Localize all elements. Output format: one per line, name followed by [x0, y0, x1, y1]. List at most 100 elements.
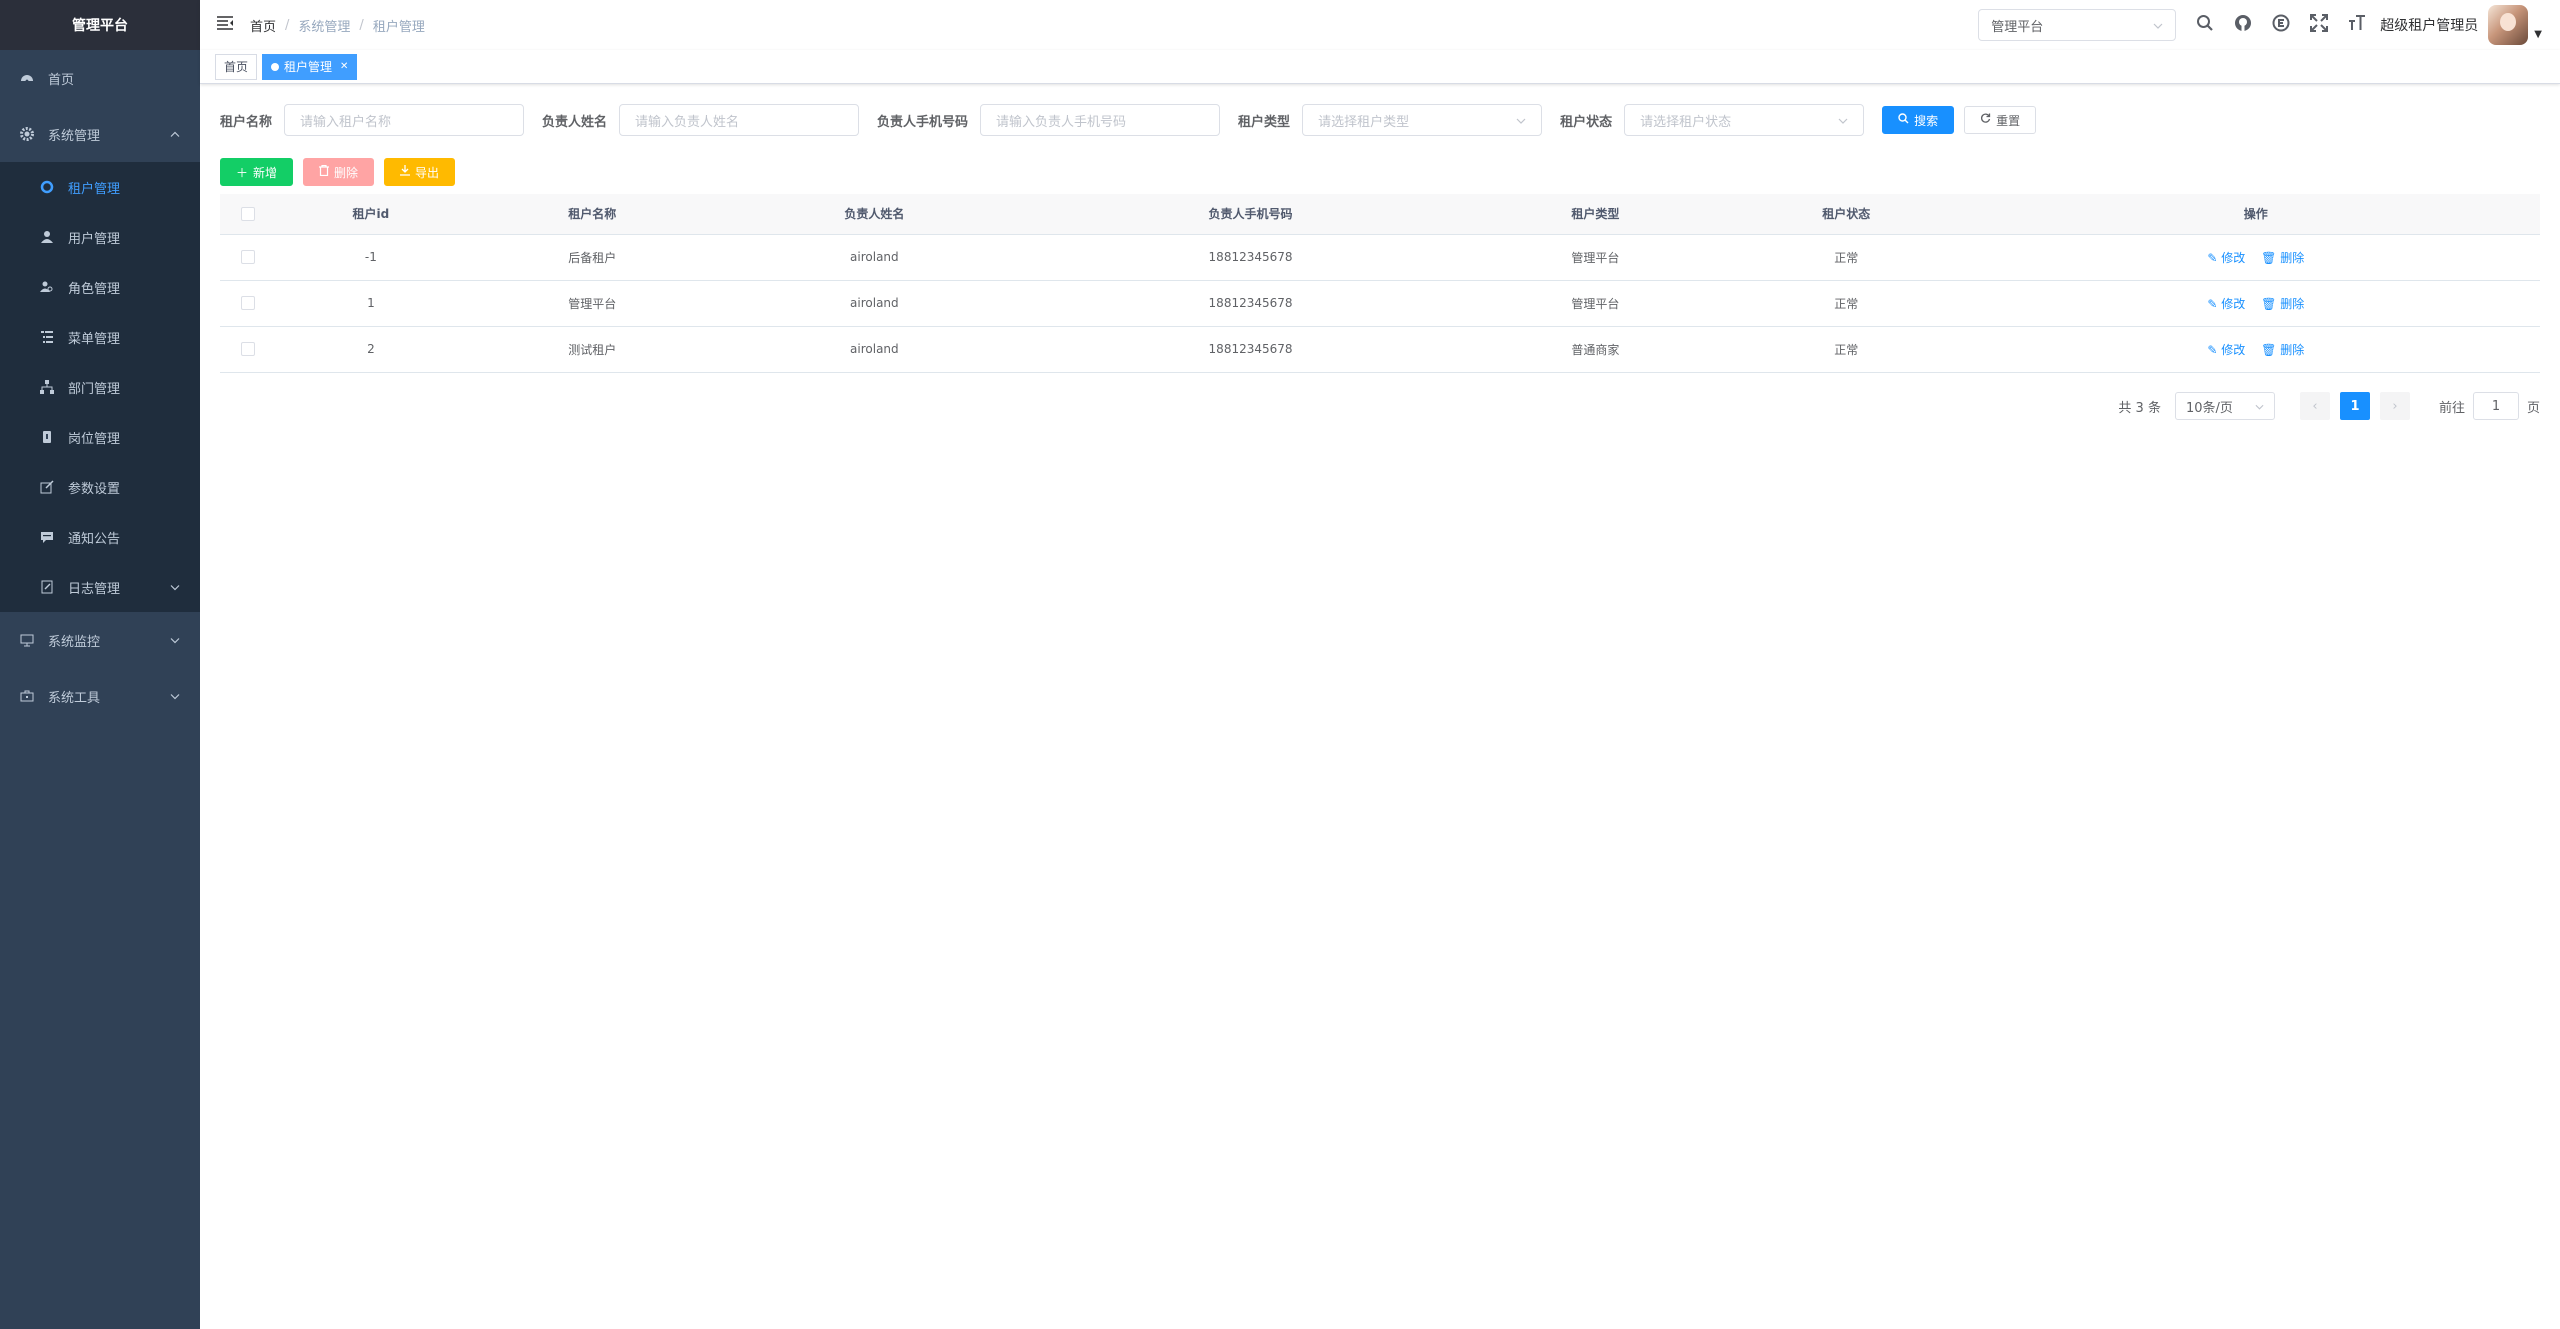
- cell-phone: 18812345678: [1031, 280, 1470, 327]
- page-size-select[interactable]: 10条/页: [2174, 392, 2275, 420]
- select-all-cell: [220, 194, 275, 235]
- hamburger-button[interactable]: [200, 0, 250, 50]
- tenant-name-input[interactable]: 请输入租户名称: [284, 104, 525, 136]
- chevron-right-icon: ›: [2392, 398, 2398, 414]
- breadcrumb-separator: /: [285, 17, 290, 33]
- edit-icon: ✎: [2207, 342, 2222, 357]
- sidebar-item-post[interactable]: 岗位管理: [0, 412, 200, 462]
- sidebar-item-monitor[interactable]: 系统监控: [0, 612, 200, 668]
- reset-button[interactable]: 重置: [1964, 106, 2037, 134]
- pagination: 共 3 条 10条/页 ‹ 1 › 前往 1 页: [2118, 392, 2540, 420]
- tenant-status-select[interactable]: 请选择租户状态: [1624, 104, 1865, 136]
- cell-type: 管理平台: [1469, 280, 1721, 327]
- sidebar-item-tenant[interactable]: 租户管理: [0, 162, 200, 212]
- sidebar-item-label: 系统监控: [48, 634, 101, 650]
- app-logo-title[interactable]: 管理平台: [0, 0, 200, 50]
- close-icon[interactable]: ✕: [340, 61, 348, 72]
- contact-phone-input[interactable]: 请输入负责人手机号码: [980, 104, 1221, 136]
- hamburger-icon: [217, 16, 233, 34]
- reset-button-label: 重置: [1996, 113, 2021, 128]
- tenant-select[interactable]: 管理平台: [1978, 9, 2177, 41]
- search-button[interactable]: [2186, 0, 2224, 50]
- edit-link[interactable]: ✎ 修改: [2207, 297, 2245, 311]
- navbar-right: 管理平台 超级租户管理员 ▼: [1978, 0, 2560, 50]
- edit-link[interactable]: ✎ 修改: [2207, 343, 2245, 357]
- tenant-name-placeholder: 请输入租户名称: [300, 114, 392, 130]
- chevron-down-icon: [1838, 113, 1848, 128]
- delete-button[interactable]: 删除: [303, 158, 375, 186]
- cell-name: 管理平台: [466, 280, 718, 327]
- sidebar-item-log[interactable]: 日志管理: [0, 562, 200, 612]
- fullscreen-icon: [2310, 14, 2329, 36]
- tenant-icon: [40, 180, 54, 194]
- username[interactable]: 超级租户管理员: [2380, 15, 2478, 35]
- column-header: 操作: [1971, 194, 2540, 235]
- pagination-total: 共 3 条: [2118, 400, 2161, 416]
- tag-tenant[interactable]: 租户管理 ✕: [262, 53, 358, 80]
- font-size-button[interactable]: [2338, 0, 2376, 50]
- sidebar-item-label: 首页: [48, 72, 75, 88]
- cell-id: 2: [275, 326, 467, 373]
- delete-link[interactable]: 🗑 删除: [2261, 297, 2304, 311]
- export-button[interactable]: 导出: [384, 158, 456, 186]
- next-page-button[interactable]: ›: [2379, 392, 2410, 420]
- breadcrumb-home[interactable]: 首页: [250, 16, 276, 35]
- sidebar-item-dept[interactable]: 部门管理: [0, 362, 200, 412]
- prev-page-button[interactable]: ‹: [2299, 392, 2330, 420]
- navbar: 首页 / 系统管理 / 租户管理 管理平台 超级租户管理员 ▼: [200, 0, 2560, 50]
- chevron-left-icon: ‹: [2312, 398, 2318, 414]
- select-all-checkbox[interactable]: [240, 207, 255, 221]
- contact-name-input[interactable]: 请输入负责人姓名: [619, 104, 860, 136]
- add-button[interactable]: ＋ 新增: [220, 158, 294, 186]
- trash-icon: 🗑: [2261, 296, 2281, 311]
- chevron-down-icon: [170, 689, 180, 704]
- avatar[interactable]: [2488, 5, 2529, 45]
- sidebar-item-tools[interactable]: 系统工具: [0, 668, 200, 724]
- sidebar-item-notice[interactable]: 通知公告: [0, 512, 200, 562]
- caret-down-icon[interactable]: ▼: [2534, 29, 2542, 40]
- sidebar-item-label: 系统工具: [48, 690, 101, 706]
- tag-home[interactable]: 首页: [215, 53, 258, 80]
- tenant-type-select[interactable]: 请选择租户类型: [1302, 104, 1543, 136]
- goto-page-input[interactable]: 1: [2472, 392, 2519, 420]
- sidebar-item-label: 菜单管理: [68, 331, 121, 347]
- edit-link[interactable]: ✎ 修改: [2207, 251, 2245, 265]
- export-button-label: 导出: [415, 165, 440, 180]
- search-button[interactable]: 搜索: [1882, 106, 1955, 134]
- tenant-type-label: 租户类型: [1238, 114, 1291, 130]
- cell-status: 正常: [1720, 326, 1972, 373]
- delete-link[interactable]: 🗑 删除: [2261, 251, 2304, 265]
- sidebar-item-config[interactable]: 参数设置: [0, 462, 200, 512]
- sidebar-item-home[interactable]: 首页: [0, 50, 200, 106]
- fullscreen-button[interactable]: [2300, 0, 2338, 50]
- github-button[interactable]: [2224, 0, 2262, 50]
- row-checkbox[interactable]: [240, 296, 255, 311]
- dashboard-icon: [20, 71, 34, 85]
- delete-link[interactable]: 🗑 删除: [2261, 343, 2304, 357]
- sidebar-item-system[interactable]: 系统管理: [0, 106, 200, 162]
- row-checkbox[interactable]: [240, 342, 255, 357]
- cell-contact: airoland: [717, 234, 1032, 281]
- column-header: 租户名称: [466, 194, 718, 235]
- row-checkbox[interactable]: [240, 250, 255, 265]
- column-header: 租户类型: [1469, 194, 1721, 235]
- cell-type: 普通商家: [1469, 326, 1721, 373]
- sidebar-item-menu[interactable]: 菜单管理: [0, 312, 200, 362]
- menu-tree-icon: [40, 330, 54, 344]
- cell-actions: ✎ 修改 🗑 删除: [1971, 326, 2540, 373]
- sidebar-item-role[interactable]: 角色管理: [0, 262, 200, 312]
- cell-status: 正常: [1720, 280, 1972, 327]
- cell-phone: 18812345678: [1031, 326, 1470, 373]
- sidebar-item-user[interactable]: 用户管理: [0, 212, 200, 262]
- cell-phone: 18812345678: [1031, 234, 1470, 281]
- docs-button[interactable]: [2262, 0, 2300, 50]
- monitor-icon: [20, 633, 34, 647]
- tag-label: 首页: [224, 60, 249, 74]
- edit-icon: ✎: [2207, 296, 2222, 311]
- page-number[interactable]: 1: [2339, 392, 2370, 420]
- tenant-status-label: 租户状态: [1560, 114, 1613, 130]
- cell-name: 后备租户: [466, 234, 718, 281]
- tag-label: 租户管理: [284, 60, 333, 74]
- chevron-down-icon: [170, 633, 180, 648]
- sidebar-item-label: 通知公告: [68, 531, 121, 547]
